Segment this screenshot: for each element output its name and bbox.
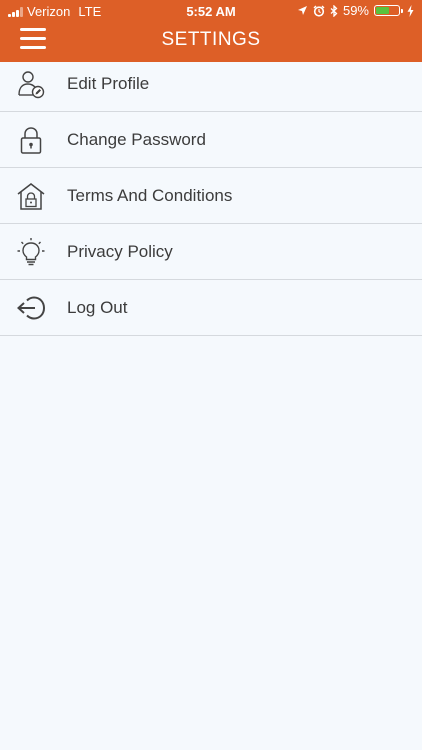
menu-item-log-out[interactable]: Log Out (0, 280, 422, 336)
menu-item-change-password[interactable]: Change Password (0, 112, 422, 168)
page-title: SETTINGS (161, 29, 261, 50)
charging-bolt-icon (407, 4, 414, 17)
status-right: 59% (297, 3, 414, 18)
menu-item-terms-and-conditions[interactable]: Terms And Conditions (0, 168, 422, 224)
menu-item-label: Edit Profile (67, 73, 150, 93)
menu-item-label: Privacy Policy (67, 241, 173, 261)
battery-fill (376, 7, 389, 14)
bluetooth-icon (330, 4, 338, 17)
menu-item-label: Change Password (67, 129, 206, 149)
battery-icon (374, 5, 403, 16)
battery-percent: 59% (342, 3, 369, 18)
alarm-clock-icon (313, 5, 325, 17)
house-lock-icon (16, 181, 46, 211)
app-header: Verizon LTE 5:52 AM 59% SETTINGS (0, 0, 422, 62)
user-edit-icon (16, 69, 46, 99)
location-arrow-icon (297, 6, 307, 15)
logout-icon (16, 293, 46, 323)
status-bar: Verizon LTE 5:52 AM 59% (0, 0, 422, 22)
menu-item-privacy-policy[interactable]: Privacy Policy (0, 224, 422, 280)
lightbulb-icon (16, 237, 46, 267)
lock-icon (16, 125, 46, 155)
settings-menu: Edit Profile Change Password Terms And C… (0, 56, 422, 336)
menu-item-label: Log Out (67, 297, 128, 317)
menu-item-edit-profile[interactable]: Edit Profile (0, 56, 422, 112)
menu-item-label: Terms And Conditions (67, 185, 233, 205)
